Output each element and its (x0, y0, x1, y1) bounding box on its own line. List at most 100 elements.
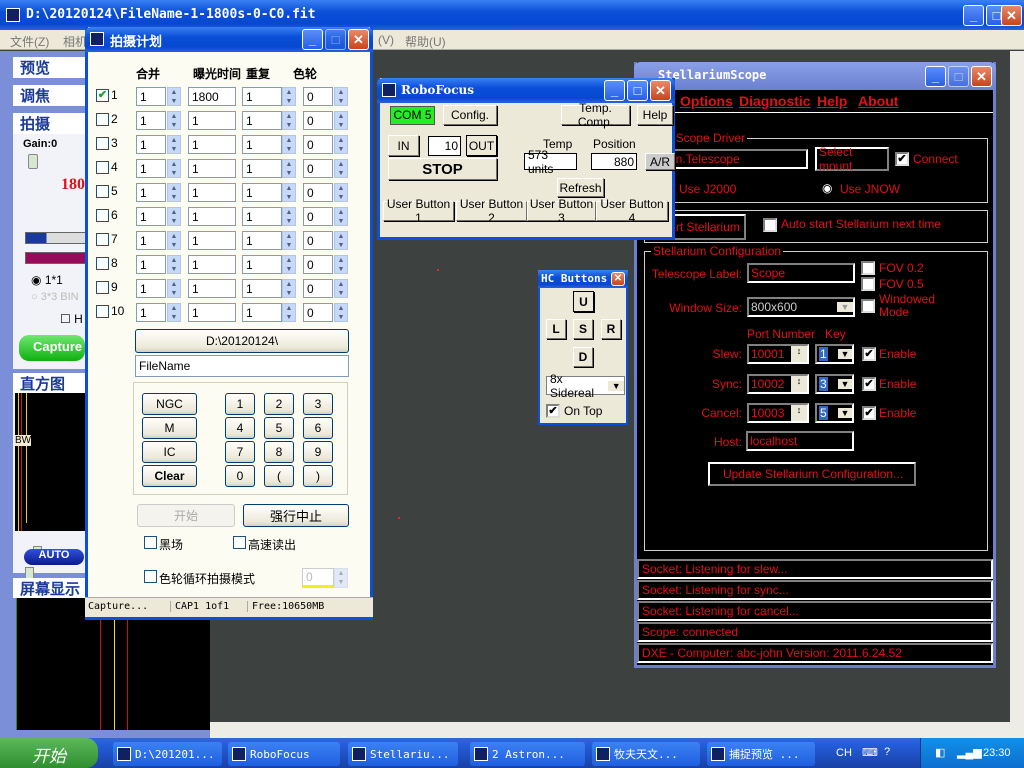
step-input[interactable]: 10 (428, 136, 461, 156)
h-checkbox[interactable]: ☐ H (60, 312, 83, 326)
bin-spinner[interactable]: ▲ ▼ (167, 207, 181, 226)
exposure-input[interactable]: 1 (188, 207, 236, 226)
auto-start-checkbox[interactable] (763, 218, 777, 232)
menu-help[interactable]: Help (817, 93, 847, 109)
keypad-button[interactable]: 8 (264, 441, 294, 463)
bin-input[interactable]: 1 (136, 183, 166, 202)
hc-title-bar[interactable]: HC Buttons ✕ (538, 270, 628, 288)
bin-input[interactable]: 1 (136, 159, 166, 178)
taskbar-item[interactable]: D:\201201... (113, 742, 222, 766)
host-input[interactable]: localhost (746, 431, 854, 451)
row-checkbox[interactable] (96, 113, 109, 126)
left-button[interactable]: L (546, 319, 566, 339)
stop-button[interactable]: S (573, 319, 593, 339)
horizontal-scrollbar[interactable] (210, 722, 1024, 738)
filter-spinner[interactable]: ▲ ▼ (334, 111, 348, 130)
taskbar-item[interactable]: RoboFocus (228, 742, 340, 766)
taskbar-item[interactable]: 牧夫天文... (592, 742, 700, 766)
repeat-spinner[interactable]: ▲ ▼ (282, 159, 296, 178)
filter-cycle-checkbox[interactable] (144, 570, 157, 583)
close-button[interactable]: ✕ (611, 272, 625, 286)
rate-select[interactable]: 8x Sidereal ▼ (546, 372, 625, 400)
exposure-input[interactable]: 1 (188, 135, 236, 154)
menu-view[interactable]: (V) (378, 33, 394, 47)
use-j2000-radio[interactable]: Use J2000 (679, 182, 736, 196)
close-button[interactable]: ✕ (1001, 5, 1022, 26)
filter-input[interactable]: 0 (303, 279, 333, 298)
row-checkbox[interactable] (96, 281, 109, 294)
network-icon[interactable]: ◧ (935, 746, 945, 759)
ar-button[interactable]: A/R (645, 153, 675, 170)
fast-readout-checkbox[interactable] (233, 536, 246, 549)
refresh-button[interactable]: Refresh (557, 178, 604, 197)
maximize-button[interactable]: □ (627, 80, 648, 101)
telescope-label-input[interactable]: Scope (747, 263, 855, 283)
keyboard-icon[interactable]: ⌨ (862, 746, 878, 759)
row-checkbox[interactable] (96, 305, 109, 318)
row-checkbox[interactable] (96, 161, 109, 174)
filter-spinner[interactable]: ▲ ▼ (334, 255, 348, 274)
repeat-input[interactable]: 1 (242, 135, 282, 154)
filter-input[interactable]: 0 (303, 303, 333, 322)
start-button[interactable]: 开始 (137, 504, 235, 527)
temp-comp-button[interactable]: Temp. Comp. (561, 101, 630, 129)
out-button[interactable]: OUT (466, 135, 497, 156)
row-checkbox[interactable] (96, 185, 109, 198)
keypad-button[interactable]: 5 (264, 417, 294, 439)
filter-input[interactable]: 0 (303, 111, 333, 130)
keypad-button[interactable]: 3 (303, 393, 333, 415)
catalog-button-clear[interactable]: Clear (142, 465, 197, 487)
filter-spinner[interactable]: ▲ ▼ (334, 231, 348, 250)
repeat-input[interactable]: 1 (242, 111, 282, 130)
filter-input[interactable]: 0 (303, 87, 333, 106)
clock[interactable]: 23:30 (983, 747, 1011, 759)
capture-button[interactable]: Capture (19, 335, 85, 361)
bin-input[interactable]: 1 (136, 207, 166, 226)
radio-bin-3x3[interactable]: ○ 3*3 BIN (31, 291, 79, 303)
exposure-input[interactable]: 1 (188, 183, 236, 202)
bin-spinner[interactable]: ▲ ▼ (167, 135, 181, 154)
filter-input[interactable]: 0 (303, 255, 333, 274)
keypad-button[interactable]: 0 (225, 465, 255, 487)
repeat-spinner[interactable]: ▲ ▼ (282, 87, 296, 106)
repeat-input[interactable]: 1 (242, 183, 282, 202)
close-button[interactable]: ✕ (971, 66, 992, 87)
repeat-input[interactable]: 1 (242, 159, 282, 178)
filename-input[interactable]: FileName (135, 355, 349, 377)
windowed-checkbox[interactable] (861, 299, 875, 313)
fov02-checkbox[interactable] (861, 261, 875, 275)
config-button[interactable]: Config. (443, 105, 497, 125)
filter-input[interactable]: 0 (303, 183, 333, 202)
bin-input[interactable]: 1 (136, 87, 166, 106)
auto-button[interactable]: AUTO (24, 549, 84, 565)
keypad-button[interactable]: 6 (303, 417, 333, 439)
repeat-spinner[interactable]: ▲ ▼ (282, 183, 296, 202)
row-checkbox[interactable] (96, 209, 109, 222)
select-mount-button[interactable]: Select mount (815, 145, 889, 173)
bin-input[interactable]: 1 (136, 111, 166, 130)
bin-spinner[interactable]: ▲ ▼ (167, 159, 181, 178)
exposure-input[interactable]: 1 (188, 255, 236, 274)
language-indicator[interactable]: CH (836, 747, 852, 759)
menu-diagnostic[interactable]: Diagnostic (739, 93, 811, 109)
key-select[interactable]: 5 ▼ (815, 403, 854, 423)
repeat-spinner[interactable]: ▲ ▼ (282, 207, 296, 226)
update-config-button[interactable]: Update Stellarium Configuration... (708, 462, 916, 486)
filter-spinner[interactable]: ▲ ▼ (334, 183, 348, 202)
filter-spinner[interactable]: ▲ ▼ (334, 207, 348, 226)
port-spinner[interactable]: ↕ (791, 405, 807, 421)
enable-checkbox[interactable]: ✔ (862, 347, 876, 361)
maximize-button[interactable]: □ (948, 66, 969, 87)
keypad-button[interactable]: ( (264, 465, 294, 487)
repeat-spinner[interactable]: ▲ ▼ (282, 231, 296, 250)
filter-cycle-input[interactable]: 0 (302, 568, 334, 588)
exposure-input[interactable]: 1 (188, 231, 236, 250)
catalog-button-m[interactable]: M (142, 417, 197, 439)
user-button-3[interactable]: User Button 3 (527, 197, 596, 225)
keypad-button[interactable]: 7 (225, 441, 255, 463)
row-checkbox[interactable] (96, 233, 109, 246)
bin-spinner[interactable]: ▲ ▼ (167, 303, 181, 322)
bin-input[interactable]: 1 (136, 279, 166, 298)
keypad-button[interactable]: 4 (225, 417, 255, 439)
menu-about[interactable]: About (858, 93, 898, 109)
